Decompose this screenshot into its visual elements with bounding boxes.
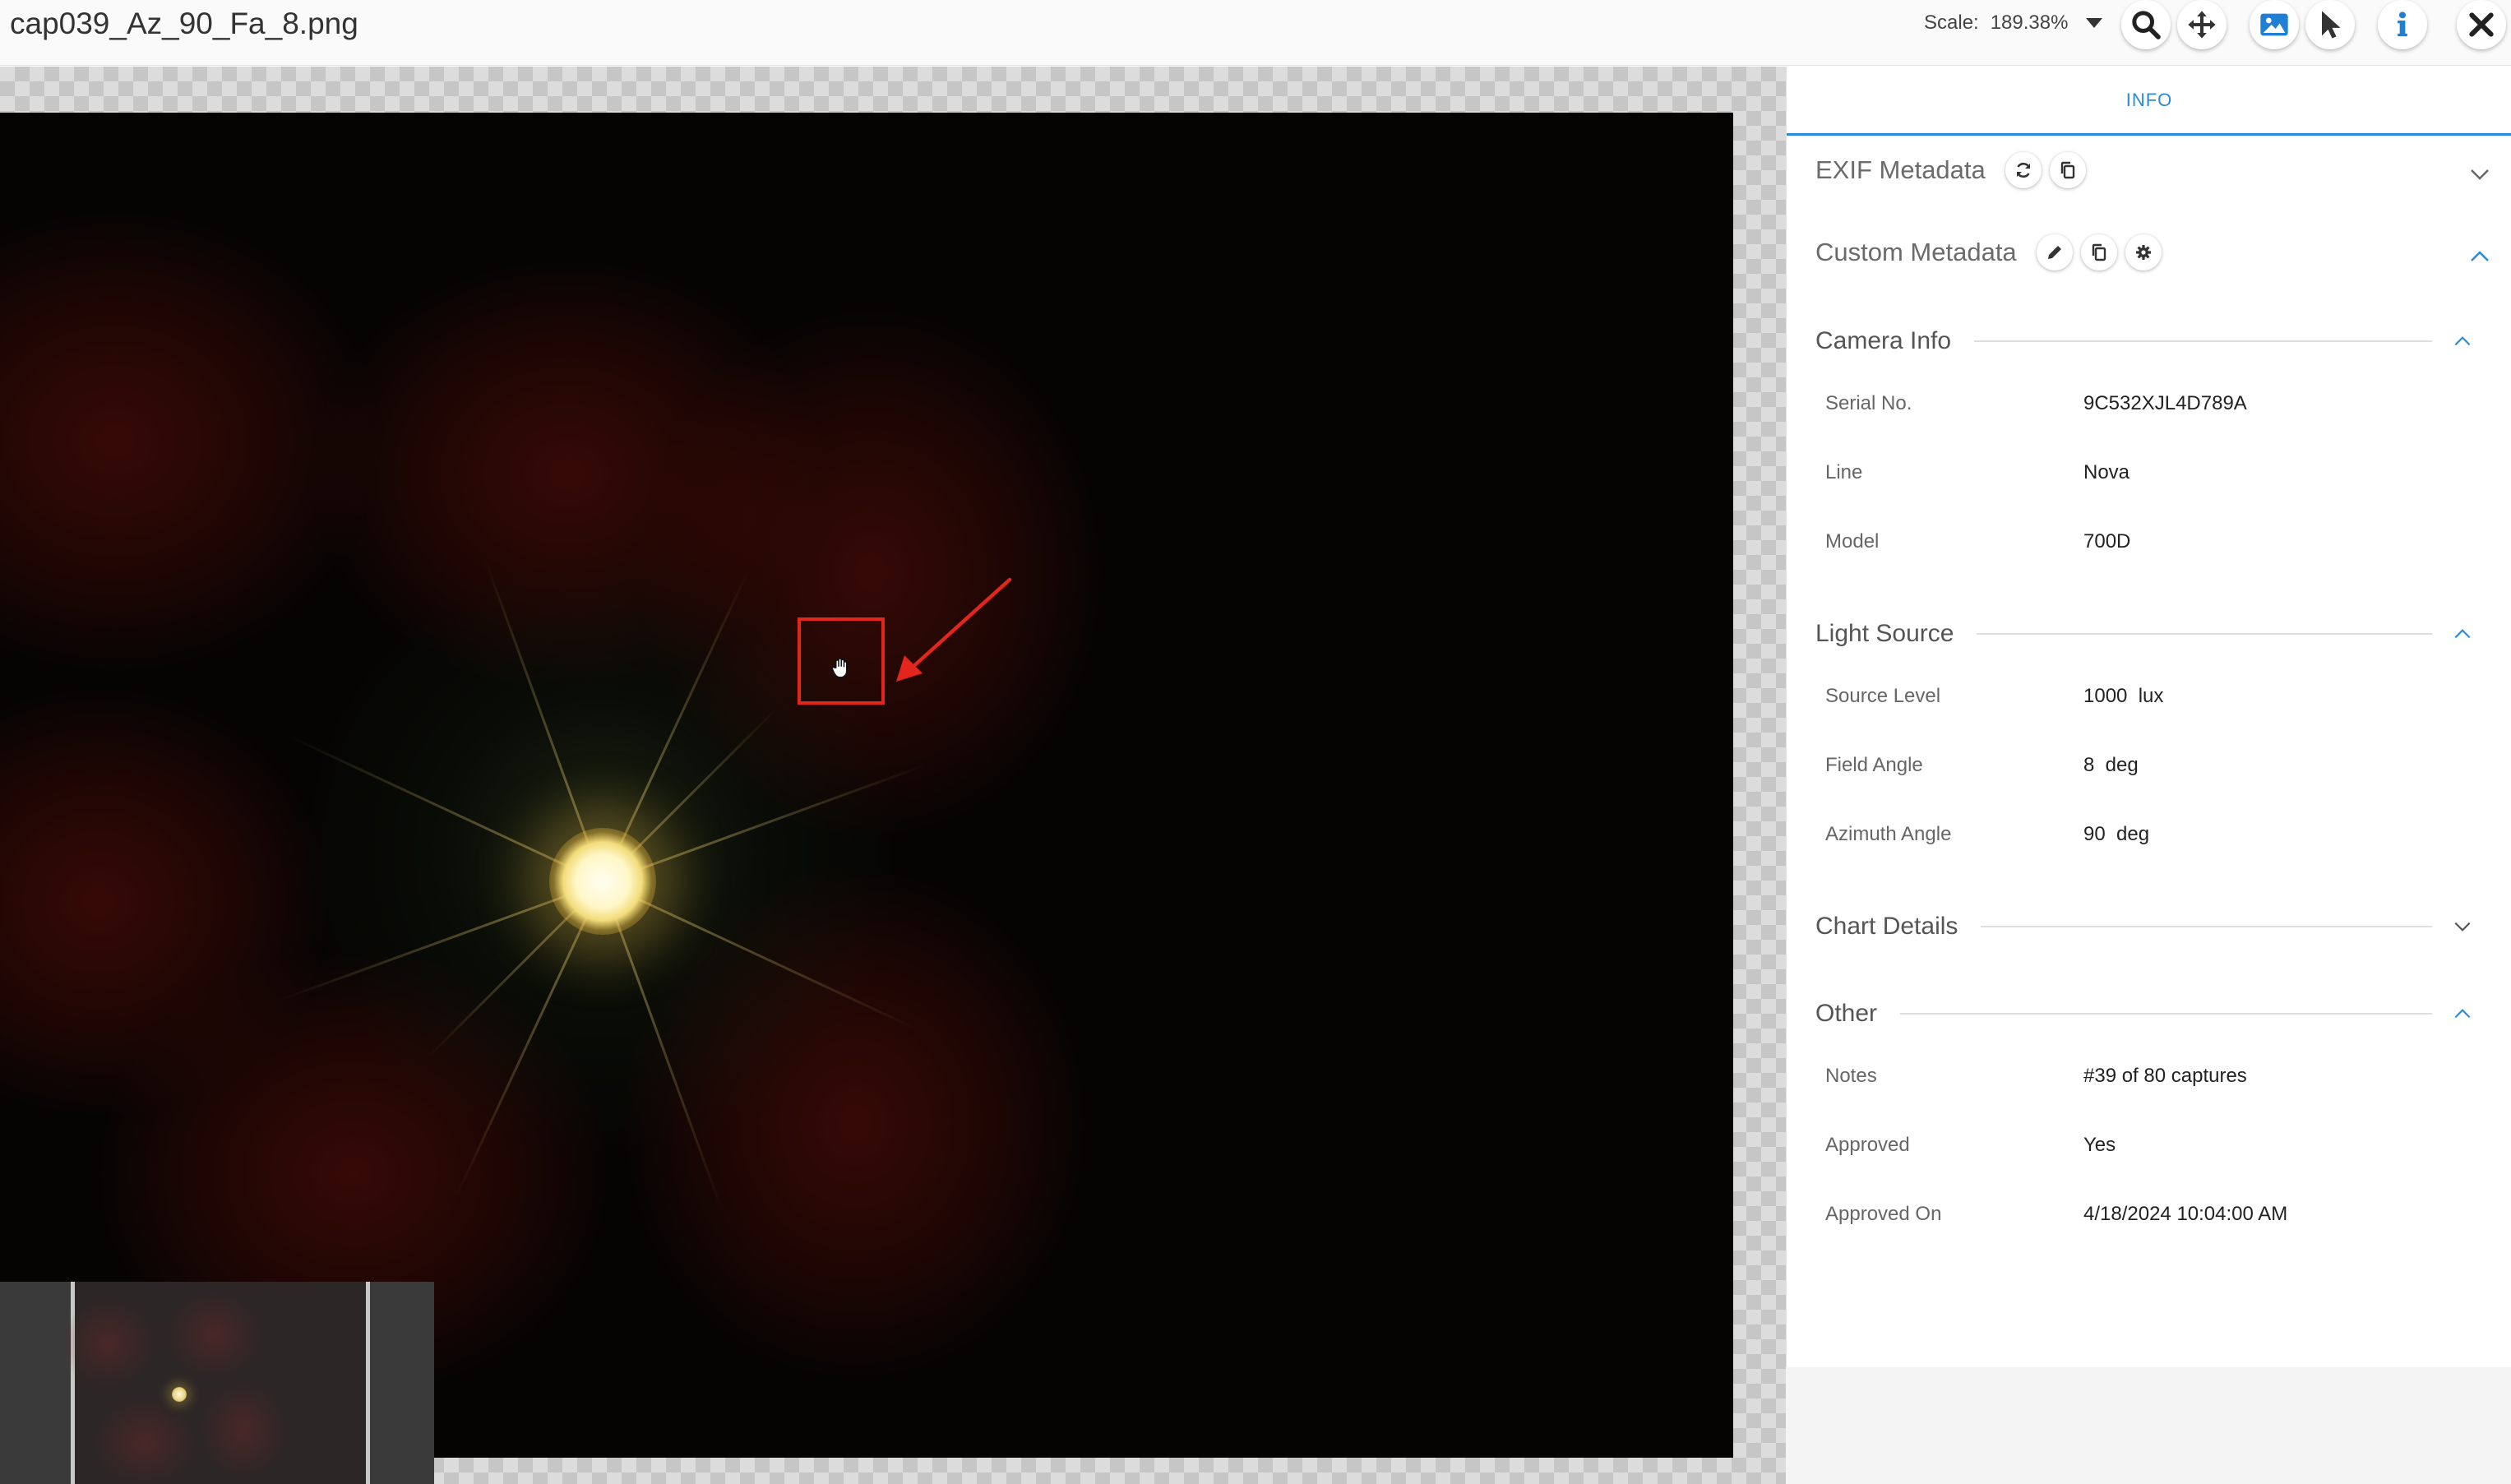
scale-label: Scale: [1924, 12, 1979, 34]
copy-metadata-button[interactable] [2080, 234, 2117, 270]
field-label: Line [1825, 461, 1863, 483]
chevron-up-icon[interactable] [2452, 623, 2473, 645]
image-viewer[interactable] [0, 67, 1786, 1484]
file-name-title: cap039_Az_90_Fa_8.png [10, 7, 358, 40]
field-label: Approved On [1825, 1203, 1942, 1225]
section-title: Other [1815, 1000, 1878, 1027]
field-label: Source Level [1825, 685, 1941, 707]
captured-image[interactable] [0, 113, 1733, 1458]
close-button[interactable] [2457, 0, 2506, 49]
field-model: Model 700D [1825, 525, 2483, 558]
chevron-up-icon[interactable] [2467, 244, 2492, 269]
move-icon [2188, 11, 2216, 39]
custom-metadata-title: Custom Metadata [1815, 238, 2017, 266]
pencil-icon [2047, 246, 2061, 259]
field-label: Field Angle [1825, 754, 1923, 776]
minimap-lobe [91, 1397, 198, 1484]
field-approved-on: Approved On 4/18/2024 10:04:00 AM [1825, 1198, 2483, 1231]
pointer-icon [2322, 11, 2341, 39]
annotation-arrow-icon [896, 577, 1012, 682]
field-azimuth-angle: Azimuth Angle 90 deg [1825, 818, 2483, 851]
section-divider [1900, 1013, 2432, 1015]
minimap-lobe [165, 1290, 264, 1380]
field-field-angle: Field Angle 8 deg [1825, 749, 2483, 782]
field-value: 700D [2083, 530, 2131, 552]
custom-metadata-header[interactable]: Custom Metadata [1815, 234, 2162, 270]
scale-value: 189.38% [1990, 12, 2069, 34]
search-icon [2132, 11, 2161, 39]
section-light-source[interactable]: Light Source [1815, 617, 2473, 650]
chevron-up-icon[interactable] [2452, 331, 2473, 352]
field-value: #39 of 80 captures [2083, 1065, 2247, 1087]
field-approved: Approved Yes [1825, 1129, 2483, 1162]
minimap-lobe [58, 1298, 157, 1389]
minimap-viewport[interactable] [58, 1282, 370, 1484]
info-panel: INFO EXIF Metadata Custom Metadata Camer… [1786, 67, 2511, 1484]
section-title: Chart Details [1815, 913, 1958, 940]
field-serial-no: Serial No. 9C532XJL4D789A [1825, 387, 2483, 420]
light-source-spot [549, 828, 656, 935]
info-icon [2398, 12, 2407, 37]
field-line: Line Nova [1825, 456, 2483, 489]
close-icon [2469, 12, 2494, 37]
navigator-minimap[interactable] [0, 1282, 434, 1484]
image-icon [2260, 13, 2288, 36]
section-title: Light Source [1815, 620, 1954, 647]
chevron-down-icon[interactable] [2467, 162, 2492, 187]
exif-metadata-header[interactable]: EXIF Metadata [1815, 152, 2086, 188]
field-label: Approved [1825, 1134, 1910, 1156]
section-divider [1981, 926, 2432, 927]
gear-icon [2135, 245, 2151, 260]
section-divider [1974, 340, 2432, 342]
field-value: 9C532XJL4D789A [2083, 392, 2247, 414]
info-button[interactable] [2378, 0, 2427, 49]
refresh-icon [2016, 162, 2030, 178]
section-chart-details[interactable]: Chart Details [1815, 910, 2473, 943]
copy-exif-button[interactable] [2049, 152, 2086, 188]
minimap-lobe [198, 1380, 289, 1479]
metadata-settings-button[interactable] [2125, 234, 2162, 270]
field-value: 8 deg [2083, 754, 2139, 776]
field-value: Nova [2083, 461, 2130, 483]
field-value: 90 deg [2083, 823, 2150, 845]
field-label: Model [1825, 530, 1880, 552]
image-view-button[interactable] [2250, 0, 2299, 49]
pointer-button[interactable] [2305, 0, 2355, 49]
top-bar: cap039_Az_90_Fa_8.png Scale: 189.38% [0, 0, 2511, 66]
exif-metadata-title: EXIF Metadata [1815, 155, 1986, 184]
field-value: 4/18/2024 10:04:00 AM [2083, 1203, 2288, 1225]
zoom-button[interactable] [2121, 0, 2171, 49]
minimap-light-spot [172, 1387, 187, 1402]
scale-control[interactable]: Scale: 189.38% [1924, 7, 2103, 39]
chevron-down-icon[interactable] [2452, 916, 2473, 937]
section-divider [1977, 633, 2432, 635]
copy-icon [2060, 161, 2074, 179]
field-source-level: Source Level 1000 lux [1825, 680, 2483, 713]
field-notes: Notes #39 of 80 captures [1825, 1060, 2483, 1093]
tab-info[interactable]: INFO [1787, 67, 2511, 136]
copy-icon [2092, 243, 2106, 261]
chevron-up-icon[interactable] [2452, 1003, 2473, 1024]
edit-metadata-button[interactable] [2036, 234, 2073, 270]
annotation-highlight-box [798, 617, 885, 705]
refresh-exif-button[interactable] [2005, 152, 2042, 188]
field-label: Serial No. [1825, 392, 1912, 414]
section-other[interactable]: Other [1815, 997, 2473, 1030]
pan-button[interactable] [2177, 0, 2227, 49]
field-label: Notes [1825, 1065, 1877, 1087]
field-value: 1000 lux [2083, 685, 2164, 707]
section-title: Camera Info [1815, 327, 1952, 354]
info-panel-content: INFO EXIF Metadata Custom Metadata Camer… [1786, 67, 2511, 1367]
section-camera-info[interactable]: Camera Info [1815, 325, 2473, 358]
field-label: Azimuth Angle [1825, 823, 1952, 845]
field-value: Yes [2083, 1134, 2116, 1156]
chevron-down-icon[interactable] [2086, 18, 2103, 28]
